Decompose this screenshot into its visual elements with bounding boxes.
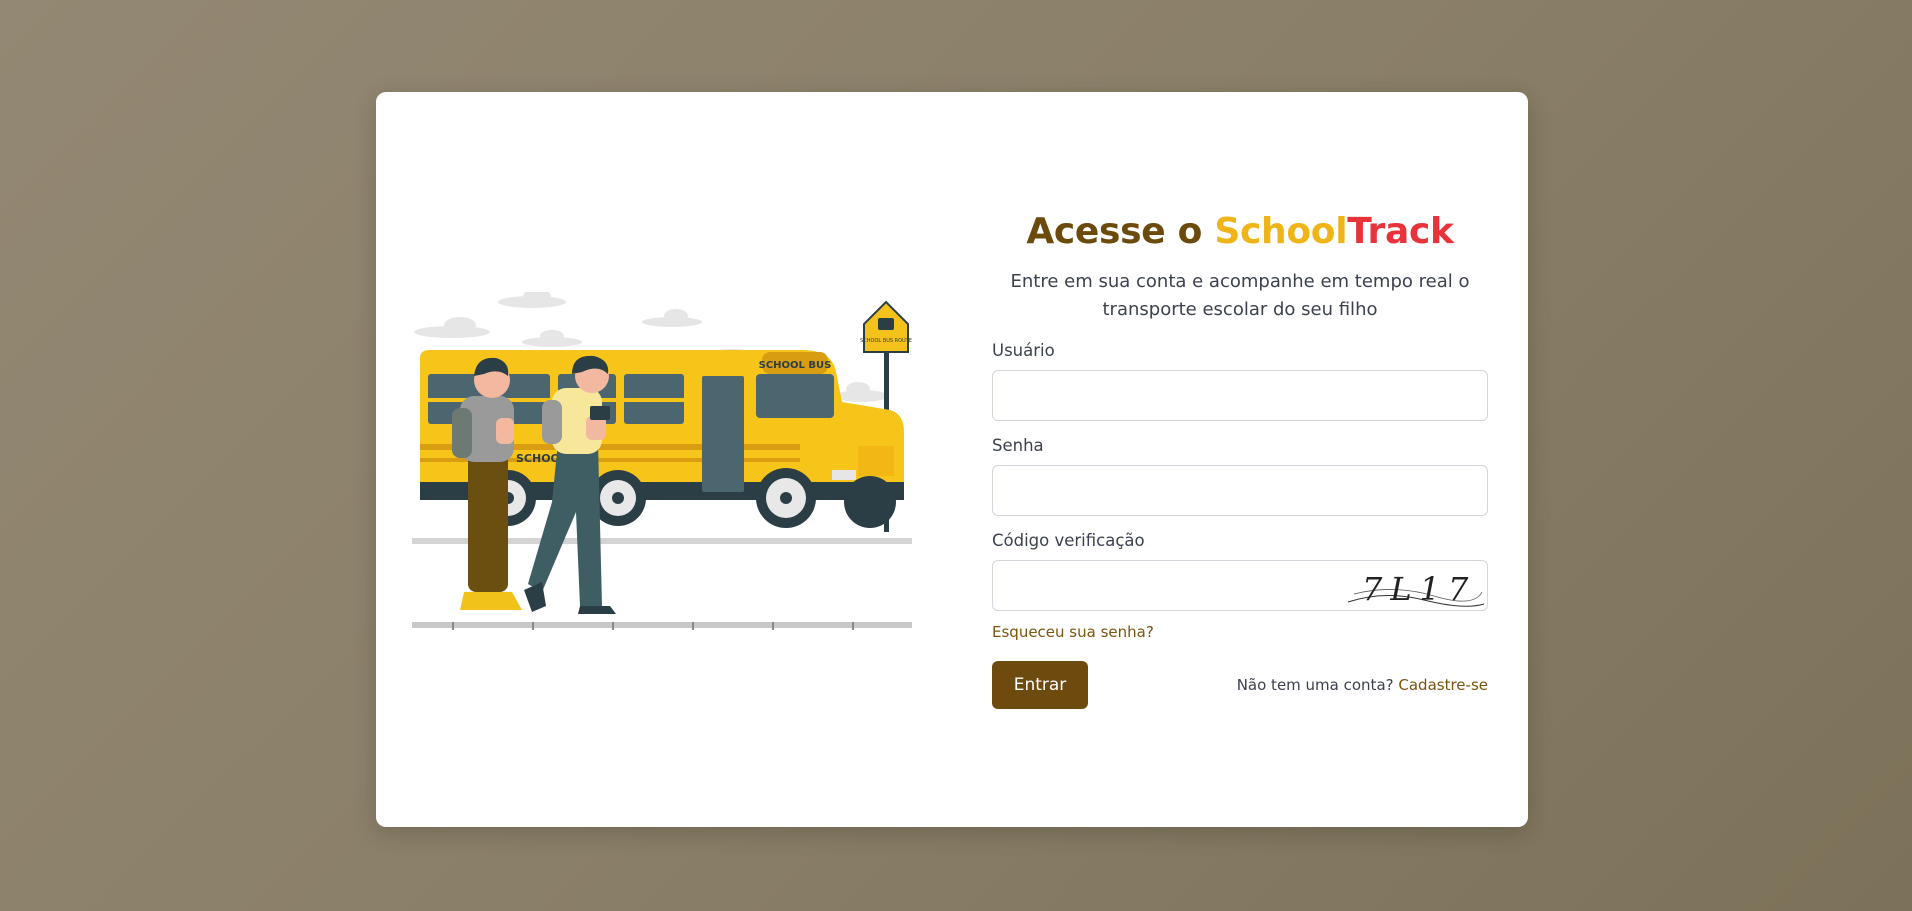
captcha-field-wrapper: 7L17	[992, 560, 1488, 611]
username-input[interactable]	[992, 370, 1488, 421]
page-title: Acesse o SchoolTrack	[992, 210, 1488, 254]
signup-prompt-text: Não tem uma conta?	[1236, 676, 1394, 694]
signup-link[interactable]: Cadastre-se	[1398, 676, 1488, 694]
login-form: Acesse o SchoolTrack Entre em sua conta …	[992, 210, 1488, 709]
password-label: Senha	[992, 436, 1044, 455]
title-prefix: Acesse o	[1026, 211, 1215, 252]
username-label: Usuário	[992, 341, 1055, 360]
route-sign-text: SCHOOL BUS ROUTE	[860, 338, 912, 344]
title-track: Track	[1347, 211, 1454, 252]
page-subtitle: Entre em sua conta e acompanhe em tempo …	[1010, 271, 1470, 320]
login-card: SCHOOL BUS ROUTE SCHOOL BUS SCHOOL Acess…	[376, 92, 1528, 827]
school-bus-illustration: SCHOOL BUS ROUTE SCHOOL BUS SCHOOL	[412, 292, 912, 630]
submit-button[interactable]: Entrar	[992, 661, 1088, 709]
captcha-image: 7L17	[1347, 570, 1485, 608]
signup-prompt: Não tem uma conta? Cadastre-se	[1237, 676, 1488, 694]
forgot-password-link[interactable]: Esqueceu sua senha?	[992, 623, 1154, 641]
bus-sign-text: SCHOOL BUS	[759, 360, 832, 371]
title-school: School	[1214, 211, 1348, 252]
captcha-text: 7L17	[1362, 570, 1476, 608]
captcha-label: Código verificação	[992, 531, 1145, 550]
password-input[interactable]	[992, 465, 1488, 516]
form-actions: Entrar Não tem uma conta? Cadastre-se	[992, 661, 1488, 709]
